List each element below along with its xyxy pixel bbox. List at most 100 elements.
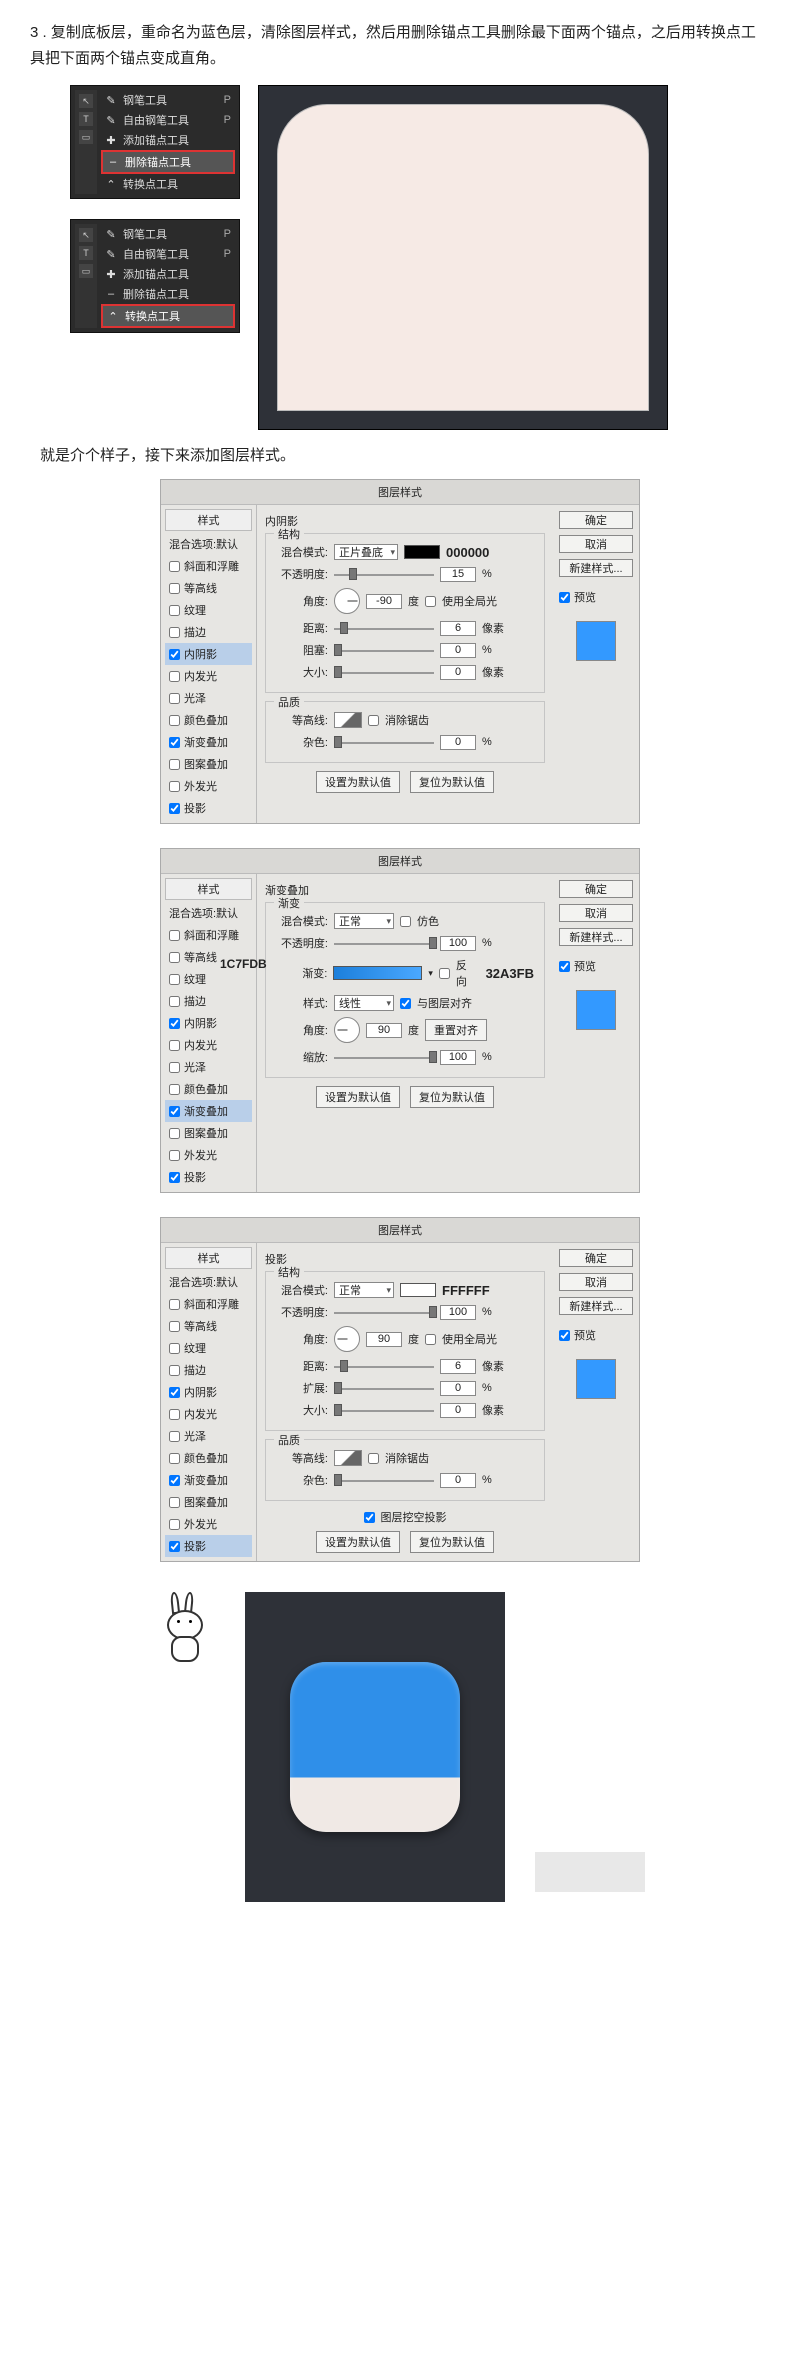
angle-value[interactable]: -90	[366, 594, 402, 609]
antialias-check[interactable]	[368, 1453, 379, 1464]
style-bevel[interactable]: 斜面和浮雕	[165, 555, 252, 577]
style-bevel[interactable]: 斜面和浮雕	[165, 1293, 252, 1315]
make-default-button[interactable]: 设置为默认值	[316, 1086, 400, 1108]
contour-picker[interactable]	[334, 712, 362, 728]
blend-mode-select[interactable]: 正片叠底	[334, 544, 398, 560]
style-gradient-overlay[interactable]: 渐变叠加	[165, 1469, 252, 1491]
distance-slider[interactable]	[334, 1360, 434, 1372]
opacity-slider[interactable]	[334, 937, 434, 949]
style-contour[interactable]: 等高线	[165, 1315, 252, 1337]
new-style-button[interactable]: 新建样式...	[559, 928, 633, 946]
blend-options-row[interactable]: 混合选项:默认	[165, 533, 252, 555]
style-satin[interactable]: 光泽	[165, 687, 252, 709]
pen-tool-item[interactable]: ✎钢笔工具P	[101, 224, 235, 244]
angle-value[interactable]: 90	[366, 1332, 402, 1347]
opacity-value[interactable]: 100	[440, 936, 476, 951]
angle-dial[interactable]	[334, 1017, 360, 1043]
distance-value[interactable]: 6	[440, 1359, 476, 1374]
knockout-check[interactable]	[364, 1512, 375, 1523]
preview-check[interactable]	[559, 592, 570, 603]
align-layer-check[interactable]	[400, 998, 411, 1009]
reset-default-button[interactable]: 复位为默认值	[410, 1086, 494, 1108]
make-default-button[interactable]: 设置为默认值	[316, 771, 400, 793]
style-pattern-overlay[interactable]: 图案叠加	[165, 1122, 252, 1144]
reset-default-button[interactable]: 复位为默认值	[410, 1531, 494, 1553]
new-style-button[interactable]: 新建样式...	[559, 1297, 633, 1315]
size-value[interactable]: 0	[440, 665, 476, 680]
style-outer-glow[interactable]: 外发光	[165, 1144, 252, 1166]
noise-value[interactable]: 0	[440, 1473, 476, 1488]
style-pattern-overlay[interactable]: 图案叠加	[165, 753, 252, 775]
cancel-button[interactable]: 取消	[559, 1273, 633, 1291]
style-bevel[interactable]: 斜面和浮雕	[165, 924, 252, 946]
reset-default-button[interactable]: 复位为默认值	[410, 771, 494, 793]
new-style-button[interactable]: 新建样式...	[559, 559, 633, 577]
spread-slider[interactable]	[334, 1382, 434, 1394]
dither-check[interactable]	[400, 916, 411, 927]
distance-value[interactable]: 6	[440, 621, 476, 636]
color-swatch[interactable]	[404, 545, 440, 559]
blend-options-row[interactable]: 混合选项:默认	[165, 1271, 252, 1293]
distance-slider[interactable]	[334, 622, 434, 634]
cancel-button[interactable]: 取消	[559, 535, 633, 553]
styles-heading[interactable]: 样式	[165, 1247, 252, 1269]
opacity-slider[interactable]	[334, 568, 434, 580]
global-light-check[interactable]	[425, 596, 436, 607]
style-drop-shadow[interactable]: 投影	[165, 1535, 252, 1557]
style-drop-shadow[interactable]: 投影	[165, 1166, 252, 1188]
blend-options-row[interactable]: 混合选项:默认	[165, 902, 252, 924]
size-slider[interactable]	[334, 666, 434, 678]
gradient-bar[interactable]	[333, 966, 422, 980]
convert-point-item[interactable]: ⌃转换点工具	[101, 304, 235, 328]
ok-button[interactable]: 确定	[559, 1249, 633, 1267]
style-texture[interactable]: 纹理	[165, 1337, 252, 1359]
antialias-check[interactable]	[368, 715, 379, 726]
freeform-pen-item[interactable]: ✎自由钢笔工具P	[101, 244, 235, 264]
styles-heading[interactable]: 样式	[165, 509, 252, 531]
choke-slider[interactable]	[334, 644, 434, 656]
add-anchor-item[interactable]: ✚添加锚点工具	[101, 130, 235, 150]
style-inner-glow[interactable]: 内发光	[165, 665, 252, 687]
style-gradient-overlay[interactable]: 渐变叠加	[165, 731, 252, 753]
style-stroke[interactable]: 描边	[165, 1359, 252, 1381]
noise-slider[interactable]	[334, 1474, 434, 1486]
style-pattern-overlay[interactable]: 图案叠加	[165, 1491, 252, 1513]
style-texture[interactable]: 纹理	[165, 599, 252, 621]
style-inner-shadow[interactable]: 内阴影	[165, 1381, 252, 1403]
style-satin[interactable]: 光泽	[165, 1425, 252, 1447]
preview-check[interactable]	[559, 1330, 570, 1341]
blend-mode-select[interactable]: 正常	[334, 1282, 394, 1298]
style-drop-shadow[interactable]: 投影	[165, 797, 252, 819]
style-gradient-overlay[interactable]: 渐变叠加	[165, 1100, 252, 1122]
style-texture[interactable]: 纹理	[165, 968, 252, 990]
ok-button[interactable]: 确定	[559, 511, 633, 529]
style-outer-glow[interactable]: 外发光	[165, 1513, 252, 1535]
make-default-button[interactable]: 设置为默认值	[316, 1531, 400, 1553]
style-inner-shadow[interactable]: 内阴影	[165, 1012, 252, 1034]
blend-mode-select[interactable]: 正常	[334, 913, 394, 929]
angle-dial[interactable]	[334, 1326, 360, 1352]
noise-slider[interactable]	[334, 736, 434, 748]
angle-value[interactable]: 90	[366, 1023, 402, 1038]
styles-heading[interactable]: 样式	[165, 878, 252, 900]
scale-slider[interactable]	[334, 1051, 434, 1063]
style-color-overlay[interactable]: 颜色叠加	[165, 1078, 252, 1100]
angle-dial[interactable]	[334, 588, 360, 614]
ok-button[interactable]: 确定	[559, 880, 633, 898]
global-light-check[interactable]	[425, 1334, 436, 1345]
contour-picker[interactable]	[334, 1450, 362, 1466]
size-slider[interactable]	[334, 1404, 434, 1416]
delete-anchor-item[interactable]: –删除锚点工具	[101, 284, 235, 304]
style-stroke[interactable]: 描边	[165, 990, 252, 1012]
cancel-button[interactable]: 取消	[559, 904, 633, 922]
style-inner-shadow[interactable]: 内阴影	[165, 643, 252, 665]
reverse-check[interactable]	[439, 968, 450, 979]
style-inner-glow[interactable]: 内发光	[165, 1034, 252, 1056]
style-inner-glow[interactable]: 内发光	[165, 1403, 252, 1425]
scale-value[interactable]: 100	[440, 1050, 476, 1065]
style-color-overlay[interactable]: 颜色叠加	[165, 709, 252, 731]
opacity-slider[interactable]	[334, 1306, 434, 1318]
reset-alignment-button[interactable]: 重置对齐	[425, 1019, 487, 1041]
opacity-value[interactable]: 15	[440, 567, 476, 582]
gradient-style-select[interactable]: 线性	[334, 995, 394, 1011]
